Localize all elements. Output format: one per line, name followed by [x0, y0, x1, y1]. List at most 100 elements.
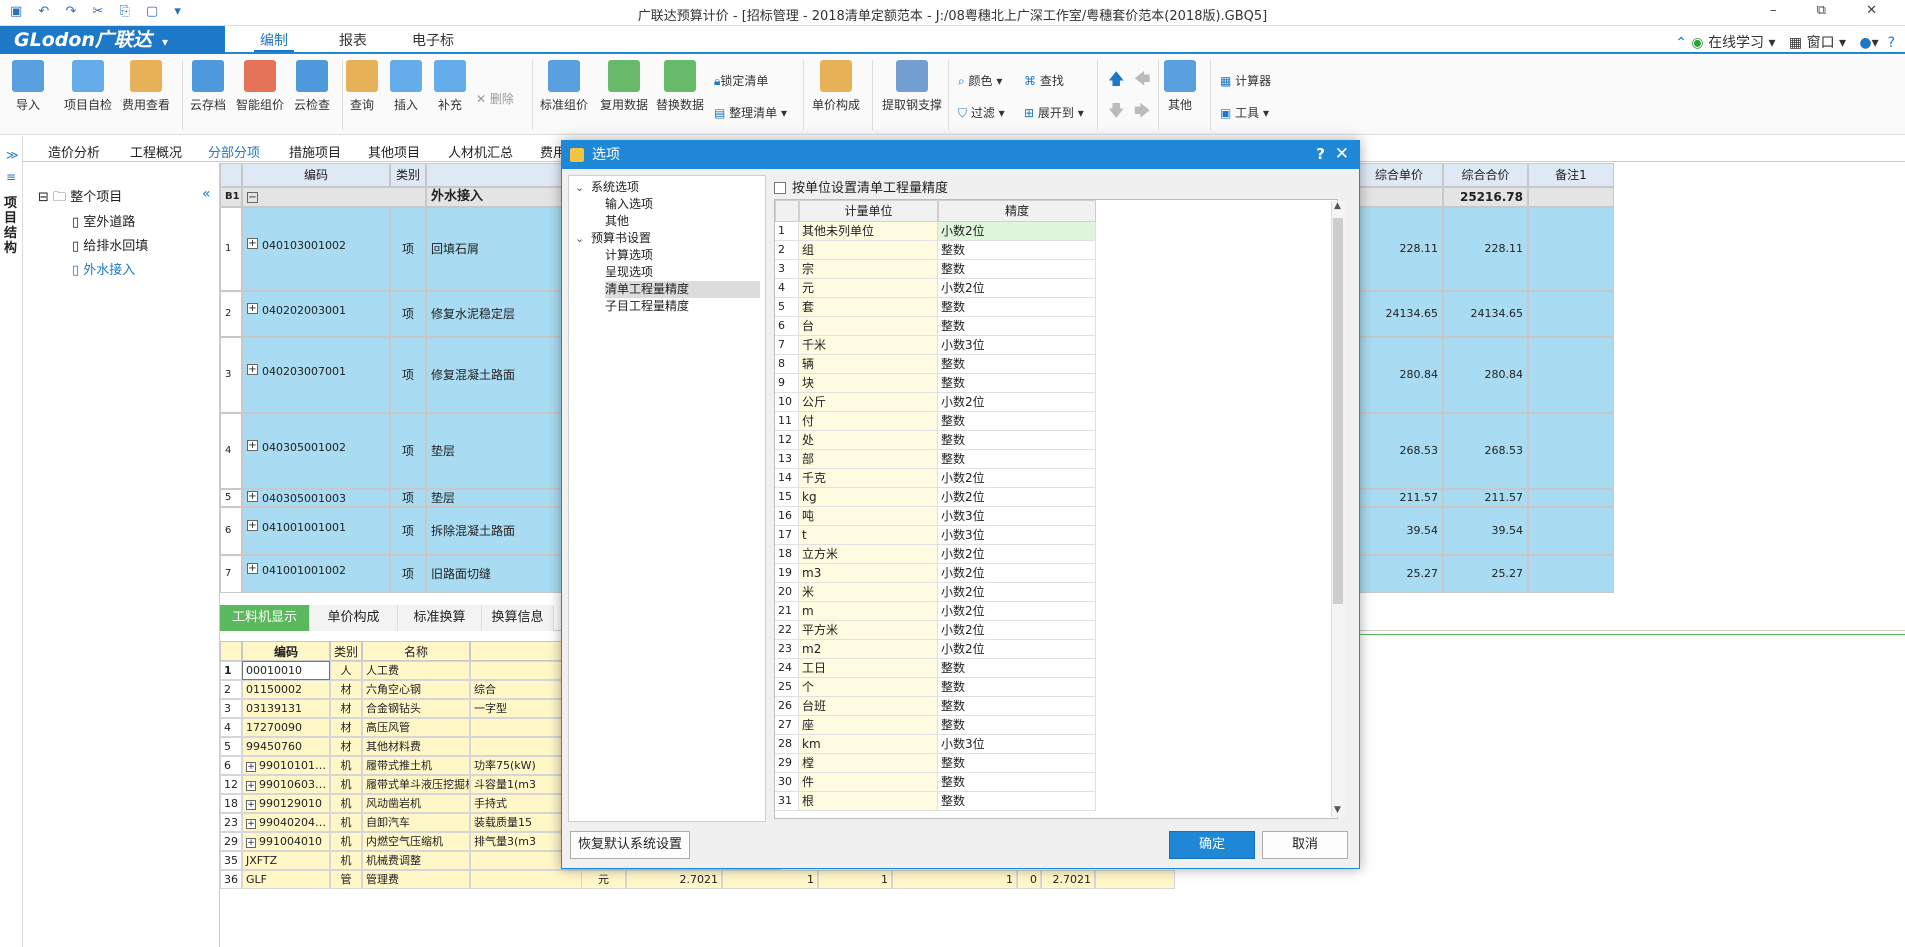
chevron-down-icon[interactable]: ⌄: [575, 179, 591, 196]
options-tree-item[interactable]: ⌄ 预算书设置: [575, 230, 760, 247]
value-cell[interactable]: 2.7021: [1041, 870, 1095, 889]
table-row[interactable]: 11 付整数: [775, 412, 1097, 431]
unit-column-header[interactable]: 计量单位: [799, 200, 938, 222]
online-learning-button[interactable]: 在线学习: [1708, 35, 1764, 51]
name-cell[interactable]: 履带式单斗液压挖掘机: [362, 775, 470, 794]
remark-cell[interactable]: [1528, 413, 1614, 489]
precision-cell[interactable]: 整数: [938, 697, 1096, 716]
table-row[interactable]: 7 千米 小数3位: [775, 336, 1097, 355]
value-cell[interactable]: 1: [722, 870, 818, 889]
precision-cell[interactable]: 整数: [938, 298, 1096, 317]
code-cell[interactable]: 03139131: [242, 699, 330, 718]
color-button[interactable]: ⌕ 颜色 ▾: [958, 72, 1002, 89]
code-cell[interactable]: +990129010: [242, 794, 330, 813]
precision-cell[interactable]: 小数3位: [938, 526, 1096, 545]
options-tree-item[interactable]: 子目工程量精度: [605, 298, 760, 315]
move-left-icon[interactable]: 🡄: [1134, 68, 1151, 95]
grid-header[interactable]: 类别: [390, 163, 426, 187]
table-row[interactable]: 18 立方米 小数2位: [775, 545, 1097, 564]
remark-cell[interactable]: [1528, 207, 1614, 291]
remark-cell[interactable]: [1528, 507, 1614, 555]
precision-cell[interactable]: 小数2位: [938, 393, 1096, 412]
help-icon[interactable]: ?: [1888, 35, 1895, 51]
value-cell[interactable]: 0: [1017, 870, 1041, 889]
table-row[interactable]: 25 个整数: [775, 678, 1097, 697]
ribbon-button-12[interactable]: 单价构成: [807, 60, 865, 113]
table-row[interactable]: 21 m 小数2位: [775, 602, 1097, 621]
value-cell[interactable]: 2.7021: [626, 870, 722, 889]
table-row[interactable]: 1 其他未列单位 小数2位: [775, 222, 1097, 241]
close-icon[interactable]: ✕: [1335, 144, 1349, 164]
precision-cell[interactable]: 小数2位: [938, 488, 1096, 507]
grid-header[interactable]: 名称: [362, 641, 470, 661]
table-row[interactable]: 24 工日 整数: [775, 659, 1097, 678]
grid-header[interactable]: [220, 163, 242, 187]
menu-tab-edit[interactable]: 编制: [254, 30, 294, 52]
grid-header[interactable]: 综合单价: [1355, 163, 1443, 187]
options-tree-item[interactable]: 计算选项: [605, 247, 760, 264]
precision-cell[interactable]: 整数: [938, 317, 1096, 336]
ok-button[interactable]: 确定: [1169, 831, 1255, 859]
table-row[interactable]: 28 km 小数3位: [775, 735, 1097, 754]
tree-item-outdoor-road[interactable]: ▯ 室外道路: [72, 211, 135, 230]
menu-tab-etender[interactable]: 电子标: [408, 30, 458, 52]
precision-cell[interactable]: 整数: [938, 431, 1096, 450]
name-cell[interactable]: 管理费: [362, 870, 470, 889]
calculator-button[interactable]: ▦ 计算器: [1220, 72, 1271, 89]
ribbon-button-9[interactable]: 标准组价: [535, 60, 593, 113]
expand-icon[interactable]: +: [247, 303, 258, 314]
checkbox-box[interactable]: [774, 182, 786, 194]
table-row[interactable]: 29 樘整数: [775, 754, 1097, 773]
restore-defaults-button[interactable]: 恢复默认系统设置: [570, 831, 690, 859]
ribbon-button-3[interactable]: 云存档: [186, 60, 230, 113]
name-cell[interactable]: 内燃空气压缩机: [362, 832, 470, 851]
scroll-up-icon[interactable]: ▲: [1334, 201, 1341, 211]
name-cell[interactable]: 自卸汽车: [362, 813, 470, 832]
value-cell[interactable]: 元: [581, 870, 626, 889]
code-cell[interactable]: +99010603…: [242, 775, 330, 794]
table-row[interactable]: 14 千克 小数2位: [775, 469, 1097, 488]
table-row[interactable]: 19 m3 小数2位: [775, 564, 1097, 583]
ribbon-button-11[interactable]: 替换数据: [651, 60, 709, 113]
user-menu[interactable]: ▾: [1872, 35, 1879, 51]
window-controls[interactable]: – ⧉ ✕: [1770, 3, 1895, 18]
table-row[interactable]: 30 件整数: [775, 773, 1097, 792]
code-cell[interactable]: +041001001001: [242, 507, 390, 555]
expand-icon[interactable]: +: [247, 563, 258, 574]
collapse-icon[interactable]: −: [247, 191, 258, 203]
expand-icon[interactable]: +: [247, 520, 258, 531]
precision-cell[interactable]: 整数: [938, 355, 1096, 374]
value-cell[interactable]: 1: [892, 870, 1017, 889]
code-cell[interactable]: 17270090: [242, 718, 330, 737]
code-cell[interactable]: +040203007001: [242, 337, 390, 413]
ribbon-button-4[interactable]: 智能组价: [231, 60, 289, 113]
precision-cell[interactable]: 小数3位: [938, 507, 1096, 526]
bottom-tab-2[interactable]: 标准换算: [398, 605, 482, 631]
expand-icon[interactable]: +: [246, 781, 256, 791]
cancel-button[interactable]: 取消: [1262, 831, 1348, 859]
table-row[interactable]: 8 辆整数: [775, 355, 1097, 374]
code-cell[interactable]: JXFTZ: [242, 851, 330, 870]
precision-cell[interactable]: 整数: [938, 374, 1096, 393]
code-cell[interactable]: +040305001002: [242, 413, 390, 489]
grid-header[interactable]: 综合合价: [1443, 163, 1528, 187]
sub-tab-1[interactable]: 工程概况: [130, 142, 182, 161]
name-cell[interactable]: 机械费调整: [362, 851, 470, 870]
bottom-tab-1[interactable]: 单价构成: [310, 605, 398, 631]
options-tree-item[interactable]: 其他: [605, 213, 760, 230]
table-row[interactable]: 16 吨小数3位: [775, 507, 1097, 526]
precision-cell[interactable]: 小数2位: [938, 279, 1096, 298]
precision-cell[interactable]: 整数: [938, 678, 1096, 697]
chevron-down-icon[interactable]: ⌄: [575, 230, 591, 247]
menu-icon[interactable]: ≡: [6, 170, 16, 184]
name-cell[interactable]: 六角空心钢: [362, 680, 470, 699]
precision-cell[interactable]: 小数2位: [938, 222, 1096, 241]
expand-icon[interactable]: +: [246, 762, 256, 772]
delete-button[interactable]: ✕ 删除: [476, 90, 514, 107]
options-tree-item[interactable]: 输入选项: [605, 196, 760, 213]
ribbon-button-10[interactable]: 复用数据: [595, 60, 653, 113]
name-cell[interactable]: 合金钢钻头: [362, 699, 470, 718]
table-row[interactable]: 3 宗整数: [775, 260, 1097, 279]
expand-icon[interactable]: +: [246, 819, 256, 829]
code-cell[interactable]: +99040204…: [242, 813, 330, 832]
